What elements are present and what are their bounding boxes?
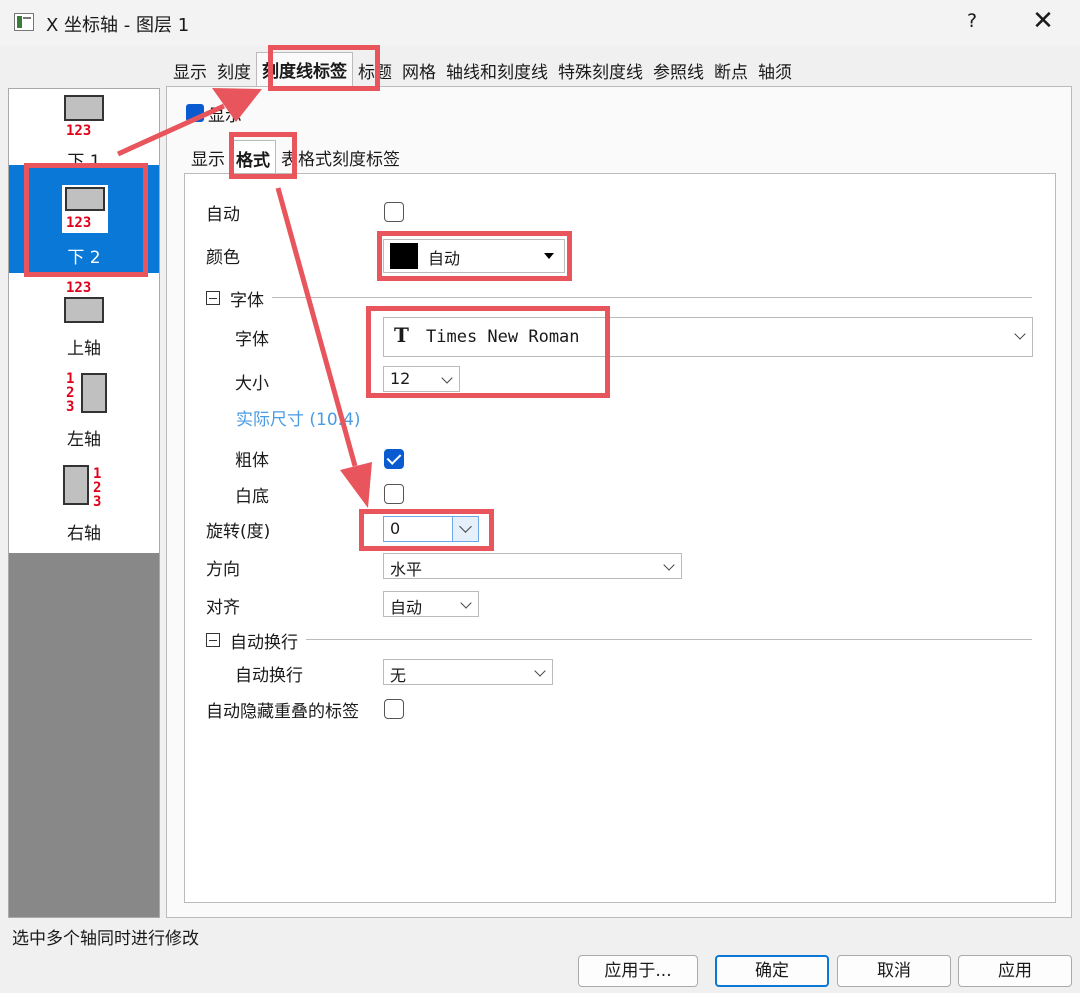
white-bg-checkbox[interactable]	[384, 484, 404, 504]
chevron-down-icon	[1014, 328, 1026, 340]
axis-item-bottom-1[interactable]: 123 下 1	[9, 89, 159, 172]
size-label: 大小	[235, 374, 269, 394]
hide-overlap-label: 自动隐藏重叠的标签	[206, 702, 359, 722]
rotation-label: 旋转(度)	[206, 522, 271, 542]
axis-item-label: 右轴	[67, 524, 101, 544]
actual-size-text: 实际尺寸 (10.4)	[236, 410, 361, 430]
direction-label: 方向	[206, 560, 240, 580]
show-label: 显示	[208, 106, 242, 126]
auto-checkbox[interactable]	[384, 202, 404, 222]
status-text: 选中多个轴同时进行修改	[12, 929, 199, 949]
apply-button[interactable]: 应用	[958, 955, 1072, 987]
tab-rug[interactable]: 轴须	[753, 52, 797, 86]
right-axis-icon	[63, 465, 89, 505]
tab-scale[interactable]: 刻度	[212, 52, 256, 86]
font-section-title: 字体	[230, 291, 264, 311]
auto-label: 自动	[206, 205, 240, 225]
chevron-down-icon	[534, 665, 546, 677]
axis-item-top[interactable]: 123 上轴	[9, 273, 159, 363]
app-icon	[14, 13, 34, 31]
tab-display[interactable]: 显示	[168, 52, 212, 86]
annotation-box-bottom-2	[24, 163, 148, 277]
tab-breaks[interactable]: 断点	[709, 52, 753, 86]
cancel-button[interactable]: 取消	[837, 955, 951, 987]
axis-item-label: 上轴	[67, 339, 101, 359]
tab-reference-lines[interactable]: 参照线	[648, 52, 709, 86]
wrap-label: 自动换行	[235, 666, 303, 686]
title-bar: X 坐标轴 - 图层 1 ? ✕	[0, 0, 1080, 46]
tab-special-ticks[interactable]: 特殊刻度线	[553, 52, 648, 86]
color-label: 颜色	[206, 248, 240, 268]
axis-item-right[interactable]: 1 2 3 右轴	[9, 455, 159, 547]
close-button[interactable]: ✕	[1028, 6, 1058, 36]
white-bg-label: 白底	[235, 487, 269, 507]
collapse-font-icon[interactable]	[206, 291, 220, 305]
help-button[interactable]: ?	[960, 10, 984, 32]
left-axis-icon	[81, 373, 107, 413]
annotation-box-font	[366, 306, 610, 398]
format-panel	[184, 173, 1056, 903]
ok-button[interactable]: 确定	[715, 955, 829, 987]
bold-checkbox[interactable]	[384, 449, 404, 469]
wrap-section-title: 自动换行	[230, 633, 298, 653]
annotation-box-rotation	[359, 509, 494, 551]
font-label: 字体	[235, 330, 269, 350]
top-tab-bar: 显示 刻度 刻度线标签 标题 网格 轴线和刻度线 特殊刻度线 参照线 断点 轴须	[168, 52, 797, 86]
top-axis-icon	[64, 297, 104, 323]
bottom-axis-icon	[64, 95, 104, 121]
hide-overlap-checkbox[interactable]	[384, 699, 404, 719]
annotation-box-color	[377, 231, 572, 281]
collapse-wrap-icon[interactable]	[206, 633, 220, 647]
chevron-down-icon	[663, 559, 675, 571]
direction-select[interactable]: 水平	[383, 553, 682, 579]
bold-label: 粗体	[235, 451, 269, 471]
annotation-box-format-tab	[229, 132, 297, 179]
annotation-box-tick-labels-tab	[268, 45, 380, 91]
align-select[interactable]: 自动	[383, 591, 479, 617]
wrap-select[interactable]: 无	[383, 659, 553, 685]
chevron-down-icon	[460, 597, 472, 609]
axis-item-label: 左轴	[67, 430, 101, 450]
show-checkbox[interactable]	[186, 104, 204, 122]
window-title: X 坐标轴 - 图层 1	[46, 15, 190, 36]
apply-to-button[interactable]: 应用于...	[578, 955, 698, 987]
axis-item-left[interactable]: 1 2 3 左轴	[9, 363, 159, 455]
subtab-display[interactable]: 显示	[186, 140, 230, 174]
align-label: 对齐	[206, 598, 240, 618]
tab-grid[interactable]: 网格	[397, 52, 441, 86]
tab-axis-ticks[interactable]: 轴线和刻度线	[441, 52, 553, 86]
